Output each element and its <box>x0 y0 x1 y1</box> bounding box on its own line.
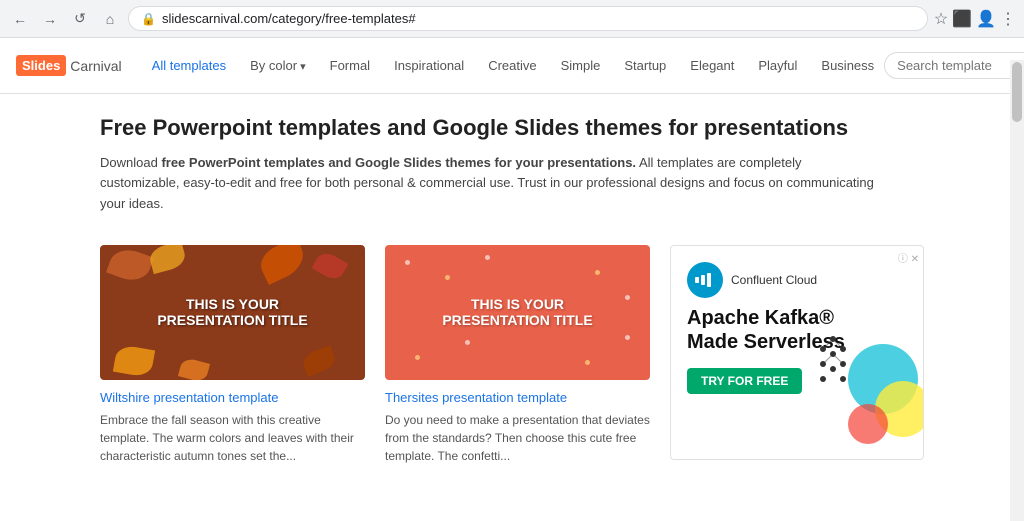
nav-formal[interactable]: Formal <box>320 52 380 79</box>
ad-badge[interactable]: ⓘ ✕ <box>898 250 919 265</box>
site-nav: Slides Carnival All templates By color F… <box>0 38 1024 94</box>
logo-slides: Slides <box>16 55 66 76</box>
wiltshire-name: Wiltshire presentation template <box>100 390 365 405</box>
nav-elegant[interactable]: Elegant <box>680 52 744 79</box>
ad-card: ⓘ ✕ Confluent Cloud Apache Kafka®Made Se <box>670 245 924 460</box>
thersites-desc: Do you need to make a presentation that … <box>385 411 650 465</box>
thersites-bg: THIS IS YOURPRESENTATION TITLE <box>385 245 650 380</box>
browser-chrome: ← → ↺ ⌂ 🔒 slidescarnival.com/category/fr… <box>0 0 1024 38</box>
lock-icon: 🔒 <box>141 12 156 26</box>
thersites-title: THIS IS YOURPRESENTATION TITLE <box>442 296 592 328</box>
url-text: slidescarnival.com/category/free-templat… <box>162 11 915 26</box>
ad-logo <box>687 262 723 298</box>
page-title: Free Powerpoint templates and Google Sli… <box>100 114 924 143</box>
nav-playful[interactable]: Playful <box>748 52 807 79</box>
scrollbar[interactable] <box>1010 60 1024 521</box>
profile-icon[interactable]: 👤 <box>976 9 996 29</box>
nav-creative[interactable]: Creative <box>478 52 546 79</box>
nav-links: All templates By color Formal Inspiratio… <box>142 52 885 79</box>
scrollbar-thumb[interactable] <box>1012 62 1022 122</box>
search-container[interactable]: 🔍 <box>884 52 1024 79</box>
nav-startup[interactable]: Startup <box>614 52 676 79</box>
logo[interactable]: Slides Carnival <box>16 55 122 76</box>
nav-by-color[interactable]: By color <box>240 52 316 79</box>
ad-cta-button[interactable]: TRY FOR FREE <box>687 368 802 394</box>
wiltshire-title: THIS IS YOURPRESENTATION TITLE <box>157 296 307 328</box>
bookmark-icon[interactable]: ☆ <box>934 9 948 29</box>
wiltshire-thumbnail: THIS IS YOURPRESENTATION TITLE <box>100 245 365 380</box>
address-bar[interactable]: 🔒 slidescarnival.com/category/free-templ… <box>128 6 928 31</box>
thersites-name: Thersites presentation template <box>385 390 650 405</box>
logo-carnival: Carnival <box>70 58 121 74</box>
ad-graphic <box>813 329 923 459</box>
nav-business[interactable]: Business <box>811 52 884 79</box>
back-button[interactable]: ← <box>8 7 32 31</box>
desc-bold: free PowerPoint templates and Google Sli… <box>161 155 636 170</box>
reload-button[interactable]: ↺ <box>68 7 92 31</box>
templates-grid: THIS IS YOURPRESENTATION TITLE Wiltshire… <box>100 245 924 465</box>
browser-actions: ☆ ⬛ 👤 ⋮ <box>934 9 1016 29</box>
extensions-icon[interactable]: ⬛ <box>952 9 972 29</box>
forward-button[interactable]: → <box>38 7 62 31</box>
wiltshire-desc: Embrace the fall season with this creati… <box>100 411 365 465</box>
nav-inspirational[interactable]: Inspirational <box>384 52 474 79</box>
template-card-wiltshire[interactable]: THIS IS YOURPRESENTATION TITLE Wiltshire… <box>100 245 365 465</box>
page-wrapper: ← → ↺ ⌂ 🔒 slidescarnival.com/category/fr… <box>0 0 1024 521</box>
ad-logo-row: Confluent Cloud <box>687 262 907 298</box>
desc-prefix: Download <box>100 155 161 170</box>
nav-all-templates[interactable]: All templates <box>142 52 236 79</box>
thersites-thumbnail: THIS IS YOURPRESENTATION TITLE <box>385 245 650 380</box>
nav-simple[interactable]: Simple <box>551 52 611 79</box>
home-button[interactable]: ⌂ <box>98 7 122 31</box>
main-content: Free Powerpoint templates and Google Sli… <box>0 94 1024 485</box>
page-desc: Download free PowerPoint templates and G… <box>100 153 880 215</box>
browser-toolbar: ← → ↺ ⌂ 🔒 slidescarnival.com/category/fr… <box>0 0 1024 37</box>
wiltshire-bg: THIS IS YOURPRESENTATION TITLE <box>100 245 365 380</box>
template-card-thersites[interactable]: THIS IS YOURPRESENTATION TITLE Thersites… <box>385 245 650 465</box>
search-input[interactable] <box>897 58 1024 73</box>
menu-icon[interactable]: ⋮ <box>1000 9 1016 29</box>
ad-brand-name: Confluent Cloud <box>731 273 817 287</box>
